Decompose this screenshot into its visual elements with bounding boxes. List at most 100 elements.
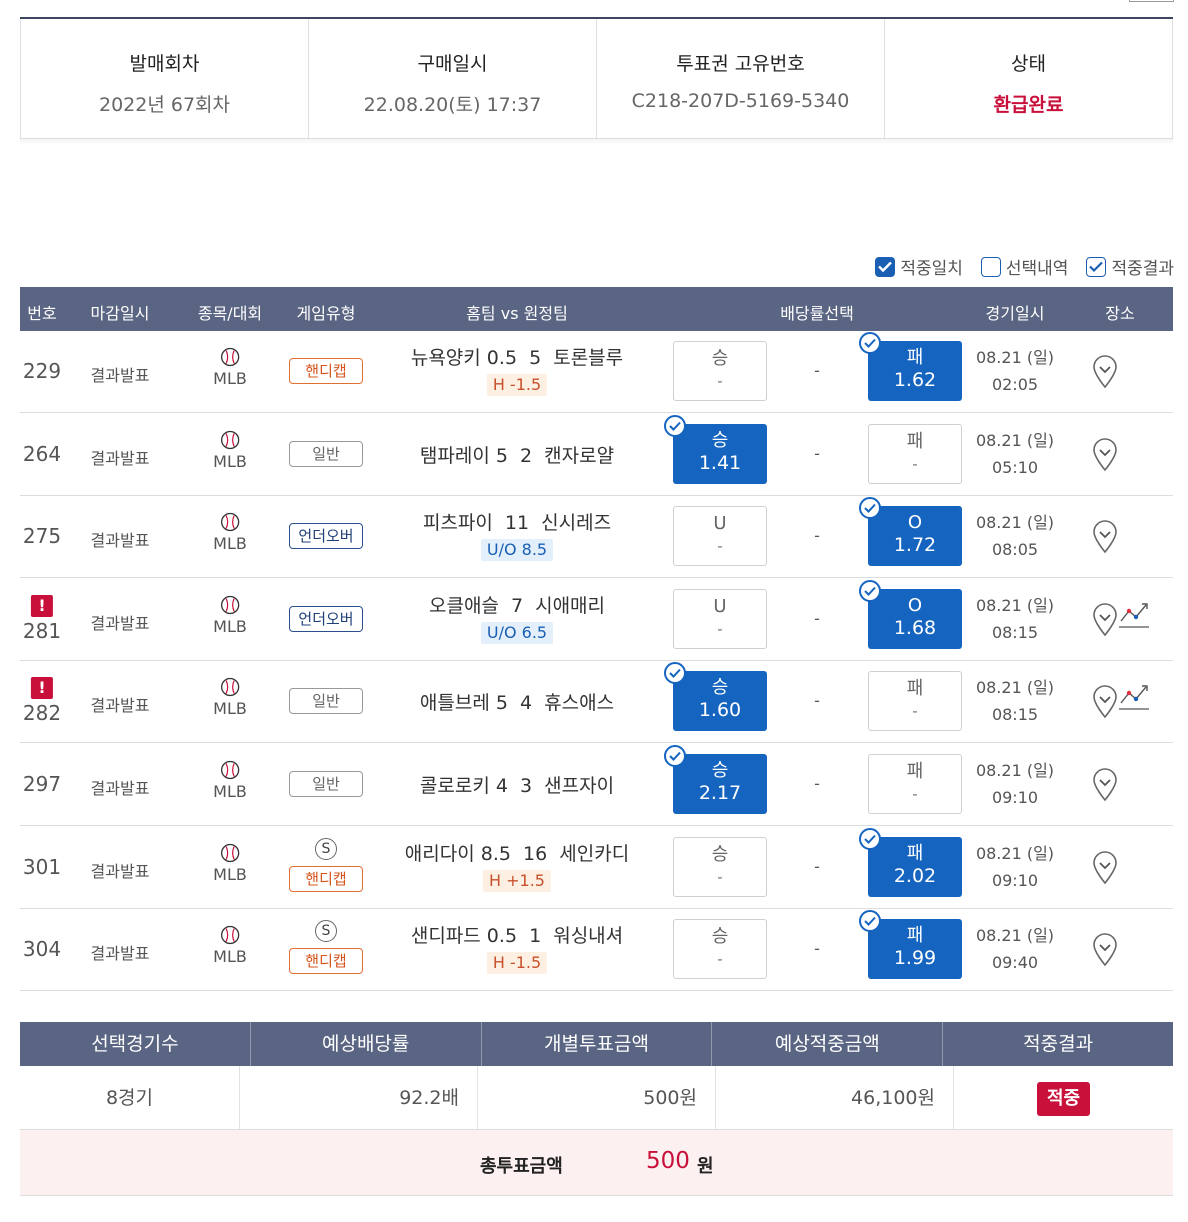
odds-home-button[interactable]: 승- xyxy=(673,341,767,401)
row-game-type: 일반 xyxy=(289,771,363,797)
checkbox-outline-check-icon[interactable] xyxy=(1086,256,1107,277)
odds-away-button[interactable]: 패 1.99 xyxy=(859,910,962,980)
match-line: 오클애슬 7 시애매리 xyxy=(429,591,605,618)
checkbox-empty-icon[interactable] xyxy=(980,256,1001,277)
venue-pin-icon[interactable] xyxy=(1092,603,1118,641)
game-time: 02:05 xyxy=(991,375,1039,394)
odds-away-button[interactable]: 패 2.02 xyxy=(859,827,962,897)
odds-away-button[interactable]: 패- xyxy=(868,754,962,814)
home-team: 애틀브레 5 xyxy=(419,692,508,715)
score: 1 xyxy=(529,925,542,948)
row-game-date: 08.21 (일) 09:10 xyxy=(976,840,1054,894)
selected-check-icon xyxy=(664,745,686,767)
score: 2 xyxy=(520,444,533,467)
hit-badge: 적중 xyxy=(1036,1081,1091,1116)
round-label: 발매회차 xyxy=(129,53,200,75)
total-label: 총투표금액 xyxy=(480,1156,563,1177)
odds-home-button[interactable]: 승 1.41 xyxy=(664,414,767,484)
baseball-icon xyxy=(220,512,240,532)
alert-icon: ! xyxy=(31,677,53,700)
legend-hit-result[interactable]: 적중결과 xyxy=(1086,254,1174,279)
status-column: 상태 환급완료 xyxy=(884,19,1173,138)
odds-home-value: 1.41 xyxy=(698,451,742,474)
venue-pin-icon[interactable] xyxy=(1092,355,1118,393)
odds-home-value: - xyxy=(717,537,723,556)
venue-pin-icon[interactable] xyxy=(1092,933,1118,971)
baseball-icon xyxy=(220,430,240,450)
row-deadline: 결과발표 xyxy=(90,696,150,716)
summary-payout: 46,100원 xyxy=(715,1066,953,1129)
row-league: MLB xyxy=(213,451,247,471)
row-match: 애틀브레 5 4 휴스애스 xyxy=(420,688,614,715)
row-game-type: 일반 xyxy=(289,688,363,715)
legend-selection[interactable]: 선택내역 xyxy=(980,254,1068,279)
odds-away-button[interactable]: O 1.68 xyxy=(859,579,962,649)
game-date: 08.21 (일) xyxy=(975,513,1055,533)
venue-pin-icon[interactable] xyxy=(1092,768,1118,806)
odds-trend-chart-icon[interactable] xyxy=(1118,599,1150,633)
odds-away-value: - xyxy=(912,454,918,473)
game-type-badge: 언더오버 xyxy=(289,523,363,550)
row-deadline: 결과발표 xyxy=(90,448,150,468)
odds-away-button[interactable]: 패- xyxy=(868,671,962,732)
legend-hit-match-label: 적중일치 xyxy=(900,259,963,279)
row-game-type: 일반 xyxy=(289,440,363,467)
table-row: 275 결과발표 MLB 언더오버 피츠파이 11 신시레즈 U/O 8.5 U - - O 1.7… xyxy=(20,496,1173,579)
odds-home-button[interactable]: U- xyxy=(673,588,767,649)
odds-away-button[interactable]: 패- xyxy=(868,423,962,484)
total-value: 500 xyxy=(646,1148,690,1174)
row-number: 264 xyxy=(22,441,62,466)
summary-result-header: 적중결과 xyxy=(942,1022,1173,1066)
legend: 적중일치 선택내역 적중결과 xyxy=(875,254,1174,279)
row-game-date: 08.21 (일) 08:15 xyxy=(976,592,1054,646)
odds-draw: - xyxy=(814,774,820,793)
game-time: 09:10 xyxy=(991,788,1039,807)
odds-trend-chart-icon[interactable] xyxy=(1118,681,1150,715)
home-team: 탬파레이 5 xyxy=(419,444,508,467)
game-date: 08.21 (일) xyxy=(975,926,1055,946)
ticket-id-value: C218-207D-5169-5340 xyxy=(631,90,850,112)
venue-pin-icon[interactable] xyxy=(1092,850,1118,889)
odds-away-button[interactable]: 패 1.62 xyxy=(859,332,962,401)
row-number: 282 xyxy=(22,701,62,726)
odds-draw: - xyxy=(814,939,820,959)
legend-hit-match[interactable]: 적중일치 xyxy=(875,254,963,279)
purchase-label: 구매일시 xyxy=(417,53,488,75)
odds-away-value: 2.02 xyxy=(893,864,937,887)
row-number: 229 xyxy=(22,359,62,383)
summary-stake: 500원 xyxy=(477,1066,715,1129)
odds-away-label: 패 xyxy=(906,925,924,947)
odds-home-label: 승 xyxy=(711,677,729,699)
checkbox-checked-icon[interactable] xyxy=(875,256,896,277)
handicap-label: H +1.5 xyxy=(483,869,551,892)
odds-home-value: - xyxy=(717,372,723,390)
purchase-column: 구매일시 22.08.20(토) 17:37 xyxy=(308,19,596,138)
odds-home-button[interactable]: U- xyxy=(673,506,767,567)
venue-pin-icon[interactable] xyxy=(1092,520,1118,558)
away-team: 세인카디 xyxy=(559,842,630,865)
row-number: 275 xyxy=(22,524,62,549)
odds-home-button[interactable]: 승 1.60 xyxy=(664,662,767,732)
odds-away-label: O xyxy=(907,594,923,616)
baseball-icon xyxy=(220,760,240,780)
odds-home-button[interactable]: 승- xyxy=(673,836,767,897)
baseball-icon xyxy=(220,347,240,367)
round-value: 2022년 67회차 xyxy=(98,94,230,116)
selected-check-icon xyxy=(859,579,881,602)
venue-pin-icon[interactable] xyxy=(1092,437,1118,476)
odds-away-value: 1.68 xyxy=(893,616,937,639)
odds-home-button[interactable]: 승- xyxy=(673,919,767,980)
odds-home-label: U xyxy=(713,513,727,535)
row-sport: MLB xyxy=(213,925,247,966)
summary-payout-header: 예상적중금액 xyxy=(711,1022,942,1066)
score: 7 xyxy=(510,594,524,617)
odds-away-button[interactable]: O 1.72 xyxy=(859,497,962,567)
row-match: 탬파레이 5 2 캔자로얄 xyxy=(420,441,614,468)
row-game-date: 08.21 (일) 08:15 xyxy=(976,674,1054,728)
row-game-date: 08.21 (일) 09:10 xyxy=(976,757,1054,811)
row-league: MLB xyxy=(213,699,247,719)
venue-pin-icon[interactable] xyxy=(1092,685,1118,723)
score: 11 xyxy=(504,512,530,535)
game-time: 08:05 xyxy=(991,540,1039,560)
odds-home-button[interactable]: 승 2.17 xyxy=(664,745,767,814)
